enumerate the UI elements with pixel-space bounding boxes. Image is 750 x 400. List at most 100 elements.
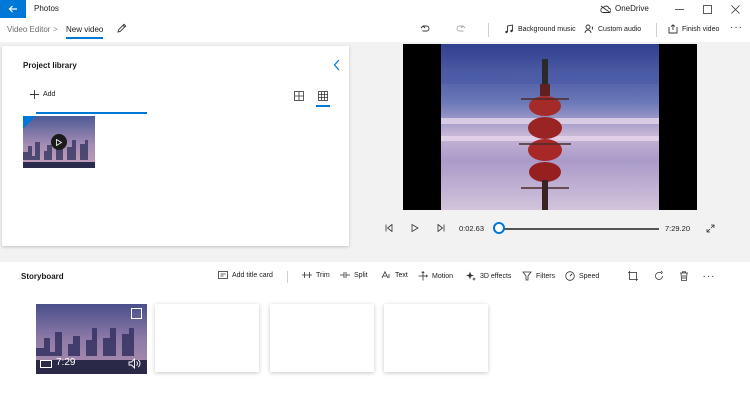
seek-bar-thumb[interactable] xyxy=(493,222,505,234)
clip-type-icon xyxy=(40,360,52,371)
undo-icon xyxy=(420,25,430,32)
large-grid-icon xyxy=(294,91,304,101)
undo-button[interactable] xyxy=(420,24,430,34)
custom-audio-button[interactable]: Custom audio xyxy=(584,24,641,34)
step-back-icon xyxy=(385,224,393,232)
collapse-library-button[interactable] xyxy=(333,59,341,73)
add-media-label: Add xyxy=(43,91,56,98)
previous-frame-button[interactable] xyxy=(383,222,395,234)
command-separator xyxy=(656,23,657,37)
app-title: Photos xyxy=(34,4,59,13)
minimize-icon xyxy=(674,8,684,10)
finish-video-label: Finish video xyxy=(682,25,720,33)
speedometer-icon xyxy=(565,271,575,281)
onedrive-status[interactable]: OneDrive xyxy=(600,4,649,13)
crop-button[interactable] xyxy=(626,269,640,283)
monitor-icon xyxy=(40,360,52,368)
trim-button[interactable]: Trim xyxy=(302,271,330,279)
add-title-card-label: Add title card xyxy=(232,271,273,279)
toolbar-separator xyxy=(287,271,288,283)
motion-label: Motion xyxy=(432,272,454,280)
list-view-button[interactable] xyxy=(292,89,306,103)
3d-effects-button[interactable]: 3D effects xyxy=(466,271,511,281)
storyboard-empty-slot[interactable] xyxy=(384,304,488,372)
seek-bar[interactable] xyxy=(499,228,659,230)
rotate-icon xyxy=(655,271,663,280)
text-label: Text xyxy=(395,271,408,279)
filters-label: Filters xyxy=(536,272,556,280)
selection-corner xyxy=(23,116,36,129)
rename-button[interactable] xyxy=(116,23,127,36)
close-icon xyxy=(730,4,740,14)
clip-select-checkbox[interactable] xyxy=(131,308,142,319)
storyboard-more-button[interactable]: ··· xyxy=(702,269,716,283)
thumbnail-play-button[interactable] xyxy=(51,134,67,150)
split-label: Split xyxy=(354,271,368,279)
motion-button[interactable]: Motion xyxy=(418,271,453,281)
rotate-button[interactable] xyxy=(652,269,666,283)
pencil-icon xyxy=(117,23,127,33)
custom-audio-icon xyxy=(584,24,593,34)
filters-button[interactable]: Filters xyxy=(522,271,555,281)
clip-volume-button[interactable] xyxy=(128,357,141,371)
crop-icon xyxy=(628,271,638,281)
next-frame-button[interactable] xyxy=(435,222,447,234)
step-forward-icon xyxy=(437,224,445,232)
fullscreen-button[interactable] xyxy=(704,222,716,234)
library-video-thumbnail[interactable] xyxy=(23,116,95,168)
redo-icon xyxy=(456,25,466,32)
play-icon xyxy=(411,224,419,232)
speaker-icon xyxy=(128,357,141,370)
export-icon xyxy=(668,24,678,34)
storyboard-clip[interactable]: 7:29 xyxy=(36,304,147,374)
text-button[interactable]: Text xyxy=(381,271,408,279)
grid-view-button[interactable] xyxy=(316,89,330,103)
clip-selected-indicator xyxy=(36,112,147,114)
play-icon xyxy=(56,138,62,146)
breadcrumb-new-video: New video xyxy=(66,25,104,34)
storyboard-empty-slot[interactable] xyxy=(155,304,259,372)
more-options-button[interactable]: ··· xyxy=(730,22,743,33)
back-button[interactable] xyxy=(0,0,26,18)
maximize-icon xyxy=(702,4,712,14)
3d-effects-label: 3D effects xyxy=(480,272,512,280)
current-time: 0:02.63 xyxy=(459,224,485,233)
storyboard-empty-slot[interactable] xyxy=(270,304,374,372)
breadcrumb-underline xyxy=(66,37,103,39)
text-icon xyxy=(381,271,390,279)
background-music-button[interactable]: Background music xyxy=(504,24,576,34)
maximize-button[interactable] xyxy=(692,0,722,18)
title-card-icon xyxy=(218,271,228,279)
video-preview[interactable] xyxy=(403,44,697,210)
add-title-card-button[interactable]: Add title card xyxy=(218,271,273,279)
minimize-button[interactable] xyxy=(664,0,694,18)
video-frame-image xyxy=(403,44,697,210)
speed-label: Speed xyxy=(579,272,600,280)
sparkle-icon xyxy=(466,271,476,281)
redo-button[interactable] xyxy=(456,24,466,34)
trim-icon xyxy=(302,272,312,278)
more-icon: ··· xyxy=(702,270,716,282)
delete-button[interactable] xyxy=(677,269,691,283)
split-button[interactable]: Split xyxy=(340,271,368,279)
speed-button[interactable]: Speed xyxy=(565,271,599,281)
cloud-icon xyxy=(600,5,611,13)
more-icon: ··· xyxy=(730,22,743,33)
breadcrumb-video-editor[interactable]: Video Editor xyxy=(7,25,50,34)
back-arrow-icon xyxy=(8,5,17,13)
storyboard-panel: Storyboard Add title card Trim Split Tex… xyxy=(0,262,750,400)
expand-icon xyxy=(706,224,714,232)
play-button[interactable] xyxy=(409,222,421,234)
breadcrumb-separator: > xyxy=(53,25,58,34)
finish-video-button[interactable]: Finish video xyxy=(668,24,719,34)
trash-icon xyxy=(680,271,688,281)
background-music-label: Background music xyxy=(518,25,576,33)
plus-icon xyxy=(30,90,39,99)
motion-icon xyxy=(418,271,428,281)
custom-audio-label: Custom audio xyxy=(598,25,642,33)
trim-label: Trim xyxy=(316,271,330,279)
close-button[interactable] xyxy=(720,0,750,18)
total-time: 7:29.20 xyxy=(665,224,691,233)
music-note-icon xyxy=(505,24,513,34)
add-media-button[interactable]: Add xyxy=(30,90,55,99)
